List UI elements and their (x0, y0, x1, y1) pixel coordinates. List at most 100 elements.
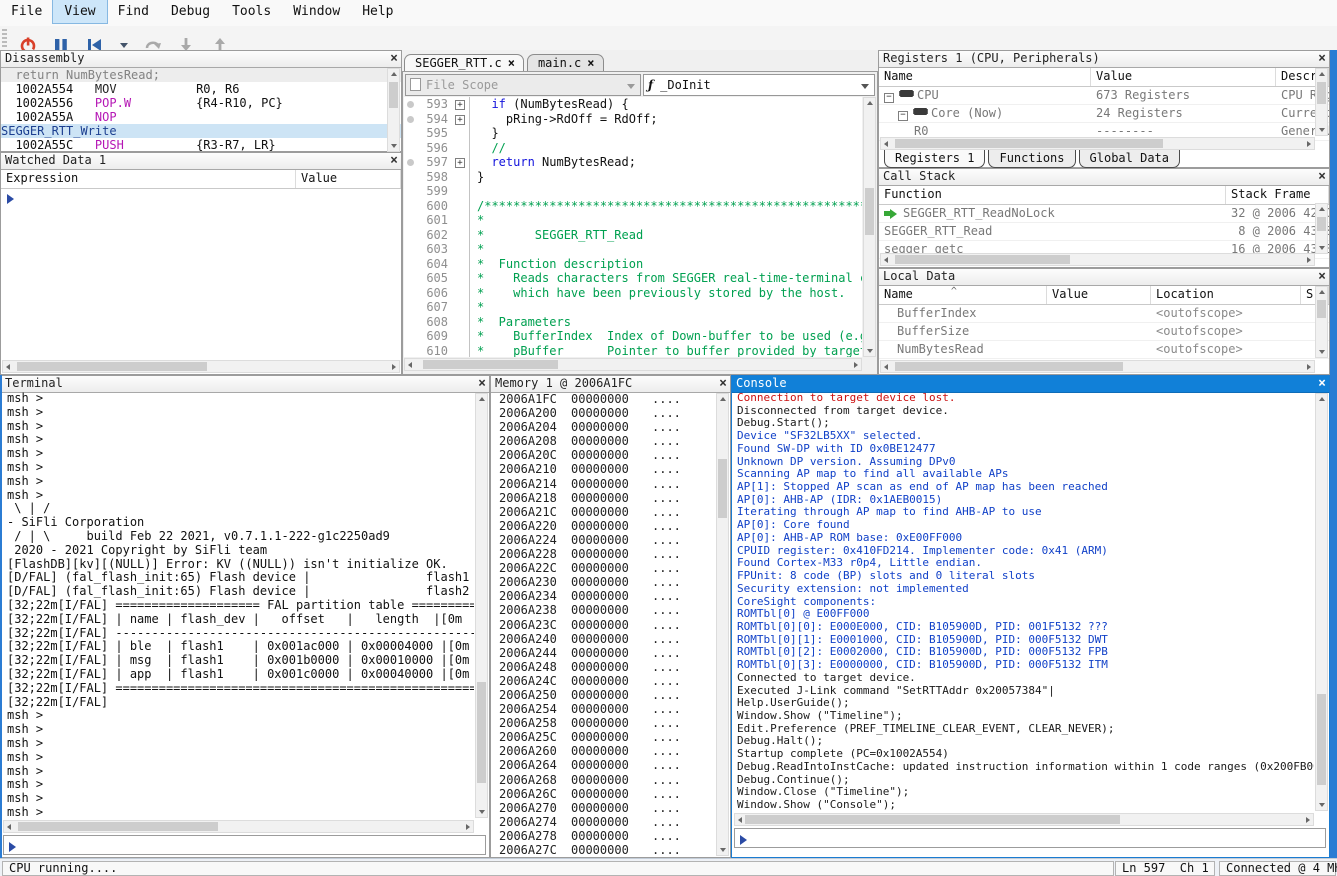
code-line[interactable]: 608* Parameters (404, 315, 862, 330)
registers-hscrollbar[interactable] (880, 137, 1315, 150)
code-line[interactable]: 602* SEGGER_RTT_Read (404, 228, 862, 243)
breakpoint-margin[interactable] (404, 141, 418, 156)
breakpoint-margin[interactable] (404, 329, 418, 344)
menu-item-file[interactable]: File (0, 0, 53, 23)
code-line[interactable]: 598} (404, 170, 862, 185)
call-stack-row[interactable]: SEGGER_RTT_Read 8 @ 2006 4300 (879, 223, 1329, 241)
asm-instruction-row[interactable]: 1002A554 MOV R0, R6 (1, 82, 401, 96)
memory-row[interactable]: 2006A23800000000.... (499, 603, 715, 617)
registers-vscrollbar[interactable] (1315, 68, 1328, 136)
code-line[interactable]: 610* pBuffer Pointer to buffer provided … (404, 344, 862, 358)
tab-main-c[interactable]: main.c× (527, 54, 604, 72)
menu-item-view[interactable]: View (53, 0, 106, 23)
memory-row[interactable]: 2006A27400000000.... (499, 815, 715, 829)
breakpoint-margin[interactable] (404, 286, 418, 301)
local-data-row[interactable]: BufferSize<outofscope> (879, 323, 1329, 341)
memory-row[interactable]: 2006A26400000000.... (499, 758, 715, 772)
code-line[interactable]: 607* (404, 300, 862, 315)
expand-margin[interactable]: + (452, 112, 469, 127)
close-icon[interactable]: × (719, 376, 727, 391)
column-value[interactable]: Value (296, 170, 401, 188)
breakpoint-margin[interactable] (404, 170, 418, 185)
close-icon[interactable]: × (508, 56, 515, 70)
memory-row[interactable]: 2006A27800000000.... (499, 829, 715, 843)
code-line[interactable]: 594+ pRing->RdOff = RdOff; (404, 112, 862, 127)
memory-row[interactable]: 2006A22C00000000.... (499, 561, 715, 575)
close-icon[interactable]: × (1318, 269, 1326, 284)
code-line[interactable]: 609* BufferIndex Index of Down-buffer to… (404, 329, 862, 344)
terminal-input[interactable] (3, 835, 486, 855)
tab-functions[interactable]: Functions (988, 150, 1075, 168)
close-icon[interactable]: × (390, 153, 398, 168)
breakpoint-margin[interactable] (404, 213, 418, 228)
code-line[interactable]: 606* which have been previously stored b… (404, 286, 862, 301)
memory-row[interactable]: 2006A20C00000000.... (499, 448, 715, 462)
expand-margin[interactable] (452, 315, 469, 330)
expand-margin[interactable] (452, 242, 469, 257)
local-data-row[interactable]: NumBytesRead<outofscope> (879, 341, 1329, 359)
close-icon[interactable]: × (1318, 376, 1326, 391)
memory-row[interactable]: 2006A26000000000.... (499, 744, 715, 758)
breakpoint-margin[interactable] (404, 184, 418, 199)
memory-row[interactable]: 2006A26C00000000.... (499, 787, 715, 801)
watched-hscrollbar[interactable] (2, 360, 400, 373)
column-function[interactable]: Function (879, 186, 1226, 204)
expand-margin[interactable] (452, 199, 469, 214)
call-stack-vscrollbar[interactable] (1315, 203, 1328, 254)
asm-instruction-row[interactable]: 1002A55C PUSH {R3-R7, LR} (1, 138, 401, 152)
column-value[interactable]: Value (1091, 68, 1276, 86)
code-editor[interactable]: 593+ if (NumBytesRead) {594+ pRing->RdOf… (404, 97, 862, 357)
disassembly-vscrollbar[interactable] (387, 68, 400, 152)
memory-row[interactable]: 2006A25400000000.... (499, 702, 715, 716)
menu-item-debug[interactable]: Debug (160, 0, 221, 23)
column-name[interactable]: Name (879, 68, 1091, 86)
expand-margin[interactable] (452, 170, 469, 185)
expand-plus-icon[interactable]: + (455, 115, 465, 125)
console-input[interactable] (734, 828, 1326, 848)
memory-row[interactable]: 2006A1FC00000000.... (499, 392, 715, 406)
asm-instruction-row[interactable]: 1002A556 POP.W {R4-R10, PC} (1, 96, 401, 110)
expand-margin[interactable] (452, 286, 469, 301)
breakpoint-margin[interactable] (404, 97, 418, 112)
memory-row[interactable]: 2006A21000000000.... (499, 462, 715, 476)
memory-row[interactable]: 2006A23C00000000.... (499, 618, 715, 632)
column-location[interactable]: Location (1151, 286, 1301, 304)
disassembly-body[interactable]: return NumBytesRead; 1002A554 MOV R0, R6… (1, 68, 401, 152)
console-hscrollbar[interactable] (734, 813, 1314, 826)
memory-vscrollbar[interactable] (716, 393, 729, 856)
editor-hscrollbar[interactable] (404, 358, 862, 371)
memory-row[interactable]: 2006A24000000000.... (499, 632, 715, 646)
memory-row[interactable]: 2006A20400000000.... (499, 420, 715, 434)
memory-row[interactable]: 2006A22000000000.... (499, 519, 715, 533)
expand-plus-icon[interactable]: + (455, 100, 465, 110)
memory-row[interactable]: 2006A22400000000.... (499, 533, 715, 547)
memory-row[interactable]: 2006A27C00000000.... (499, 843, 715, 856)
call-stack-hscrollbar[interactable] (880, 253, 1315, 266)
breakpoint-margin[interactable] (404, 300, 418, 315)
memory-row[interactable]: 2006A21800000000.... (499, 491, 715, 505)
console-vscrollbar[interactable] (1315, 393, 1328, 811)
code-line[interactable]: 600/************************************… (404, 199, 862, 214)
asm-instruction-row[interactable]: 1002A55A NOP (1, 110, 401, 124)
tab-registers-1[interactable]: Registers 1 (884, 150, 985, 168)
close-icon[interactable]: × (587, 56, 594, 70)
code-line[interactable]: 605* Reads characters from SEGGER real-t… (404, 271, 862, 286)
collapse-minus-icon[interactable]: − (884, 93, 894, 103)
menu-item-tools[interactable]: Tools (221, 0, 282, 23)
terminal-hscrollbar[interactable] (3, 820, 474, 833)
column-name[interactable]: Name^ (879, 286, 1047, 304)
breakpoint-margin[interactable] (404, 242, 418, 257)
breakpoint-margin[interactable] (404, 112, 418, 127)
memory-row[interactable]: 2006A24800000000.... (499, 660, 715, 674)
register-row[interactable]: −Core (Now)24 RegistersCurrent (879, 105, 1329, 123)
expand-margin[interactable] (452, 271, 469, 286)
console-output[interactable]: Connection to target device lost.Disconn… (733, 392, 1314, 811)
column-stack-frame[interactable]: Stack Frame (1226, 186, 1329, 204)
expand-margin[interactable] (452, 329, 469, 344)
menu-item-help[interactable]: Help (351, 0, 404, 23)
expand-margin[interactable] (452, 300, 469, 315)
local-data-row[interactable]: BufferIndex<outofscope> (879, 305, 1329, 323)
editor-vscrollbar[interactable] (863, 97, 876, 357)
expand-margin[interactable] (452, 126, 469, 141)
memory-row[interactable]: 2006A24400000000.... (499, 646, 715, 660)
